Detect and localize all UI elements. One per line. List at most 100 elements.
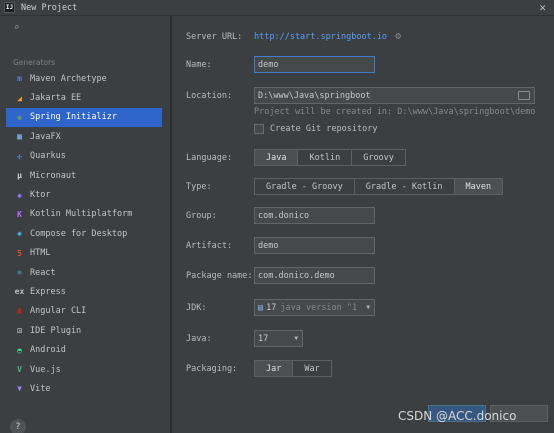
location-value: D:\www\Java\springboot [258, 90, 371, 101]
generator-item[interactable]: ex Express [6, 282, 162, 301]
type-gradle-groovy[interactable]: Gradle - Groovy [255, 179, 355, 194]
server-url-label: Server URL: [186, 31, 243, 42]
generator-item[interactable]: V Vue.js [6, 360, 162, 379]
generator-label: Quarkus [30, 151, 66, 162]
generator-label: Ktor [30, 190, 51, 201]
generator-item[interactable]: ◆ Ktor [6, 185, 162, 204]
generator-label: Spring Initializr [30, 112, 117, 123]
packaging-row: Packaging: Jar War [186, 360, 332, 377]
generator-item[interactable]: ⊡ IDE Plugin [6, 321, 162, 340]
generator-label: HTML [30, 248, 51, 259]
compose-icon: ◈ [17, 229, 22, 239]
location-row: Location: D:\www\Java\springboot [186, 87, 535, 104]
artifact-input[interactable]: demo [254, 237, 375, 254]
maven-icon: m [17, 74, 22, 84]
generator-label: Angular CLI [30, 306, 87, 317]
title-bar: IJ New Project ✕ [0, 0, 554, 16]
java-dropdown[interactable]: 17 ▼ [254, 330, 303, 347]
name-row: Name: demo [186, 56, 375, 73]
plugin-icon: ⊡ [17, 326, 22, 336]
git-label[interactable]: Create Git repository [270, 124, 377, 134]
window-title: New Project [21, 2, 78, 13]
react-icon: ⚛ [17, 268, 22, 278]
search-icon: ⌕ [14, 23, 20, 33]
name-input[interactable]: demo [254, 56, 375, 73]
language-label: Language: [186, 152, 233, 163]
micronaut-icon: μ [17, 171, 22, 181]
generator-item[interactable]: ▦ JavaFX [6, 127, 162, 146]
type-selector: Gradle - Groovy Gradle - Kotlin Maven [254, 178, 504, 195]
express-icon: ex [14, 287, 25, 297]
packaging-war[interactable]: War [293, 361, 330, 376]
location-hint: Project will be created in: D:\www\Java\… [254, 107, 536, 117]
vue-icon: V [17, 365, 22, 375]
generator-item[interactable]: ◢ Jakarta EE [6, 88, 162, 107]
watermark: CSDN @ACC.donico [398, 409, 517, 423]
generator-item[interactable]: A Angular CLI [6, 302, 162, 321]
name-label: Name: [186, 59, 212, 70]
generator-item[interactable]: K Kotlin Multiplatform [6, 205, 162, 224]
help-button[interactable]: ? [10, 419, 26, 433]
generator-label: IDE Plugin [30, 325, 82, 336]
artifact-label: Artifact: [186, 240, 233, 251]
generator-label: Micronaut [30, 170, 77, 181]
type-maven[interactable]: Maven [454, 179, 503, 194]
generator-item[interactable]: μ Micronaut [6, 166, 162, 185]
generator-label: Vue.js [30, 364, 61, 375]
angular-icon: A [17, 306, 22, 316]
spring-icon: ❀ [17, 112, 22, 122]
jdk-folder-icon: ▤ [258, 302, 264, 313]
project-form: Server URL: http://start.springboot.io ⚙… [172, 16, 554, 433]
jdk-row: JDK: ▤ 17 java version "1 ▼ [186, 299, 375, 316]
jdk-dropdown[interactable]: ▤ 17 java version "1 ▼ [254, 299, 375, 316]
generator-item[interactable]: 5 HTML [6, 244, 162, 263]
sidebar-search[interactable]: ⌕ [6, 21, 166, 35]
language-groovy[interactable]: Groovy [352, 150, 405, 165]
generator-label: JavaFX [30, 131, 61, 142]
type-gradle-kotlin[interactable]: Gradle - Kotlin [355, 179, 455, 194]
server-url-link[interactable]: http://start.springboot.io [254, 32, 387, 42]
generator-label: Compose for Desktop [30, 228, 128, 239]
generator-item[interactable]: ⚛ React [6, 263, 162, 282]
folder-icon[interactable] [518, 91, 530, 100]
package-input[interactable]: com.donico.demo [254, 267, 375, 284]
java-label: Java: [186, 333, 212, 344]
jakarta-icon: ◢ [17, 93, 22, 103]
generator-item[interactable]: ▼ Vite [6, 379, 162, 398]
generator-item[interactable]: ❀ Spring Initializr [6, 107, 162, 128]
language-selector: Java Kotlin Groovy [254, 149, 406, 166]
location-input[interactable]: D:\www\Java\springboot [254, 87, 535, 104]
package-label: Package name: [186, 270, 253, 281]
chevron-down-icon: ▼ [294, 335, 298, 342]
javafx-icon: ▦ [17, 132, 22, 142]
generator-label: Android [30, 345, 66, 356]
server-url-row: Server URL: http://start.springboot.io ⚙ [186, 31, 401, 42]
chevron-down-icon: ▼ [366, 304, 370, 311]
packaging-label: Packaging: [186, 363, 238, 374]
java-row: Java: 17 ▼ [186, 330, 303, 347]
generator-label: Jakarta EE [30, 93, 82, 104]
generators-sidebar: ⌕ Generators m Maven Archetype ◢ Jakarta EE… [0, 16, 171, 433]
location-label: Location: [186, 90, 233, 101]
jdk-value: 17 [266, 302, 277, 313]
generator-item[interactable]: ◈ Compose for Desktop [6, 224, 162, 243]
generator-item[interactable]: m Maven Archetype [6, 69, 162, 88]
generator-label: Express [30, 286, 66, 297]
generator-label: Vite [30, 383, 51, 394]
language-kotlin[interactable]: Kotlin [298, 150, 353, 165]
language-java[interactable]: Java [255, 150, 299, 165]
generator-item[interactable]: ✣ Quarkus [6, 147, 162, 166]
gear-icon[interactable]: ⚙ [395, 31, 401, 42]
group-row: Group: com.donico [186, 207, 375, 224]
git-checkbox[interactable] [254, 124, 264, 134]
generator-item[interactable]: ◓ Android [6, 340, 162, 359]
generator-label: React [30, 267, 56, 278]
packaging-jar[interactable]: Jar [255, 361, 294, 376]
group-input[interactable]: com.donico [254, 207, 375, 224]
quarkus-icon: ✣ [17, 151, 22, 161]
jdk-detail: java version "1 [280, 302, 358, 313]
generators-list: m Maven Archetype ◢ Jakarta EE ❀ Spring Initi… [6, 69, 162, 399]
html-icon: 5 [17, 248, 22, 258]
close-icon[interactable]: ✕ [539, 1, 546, 14]
group-label: Group: [186, 210, 217, 221]
